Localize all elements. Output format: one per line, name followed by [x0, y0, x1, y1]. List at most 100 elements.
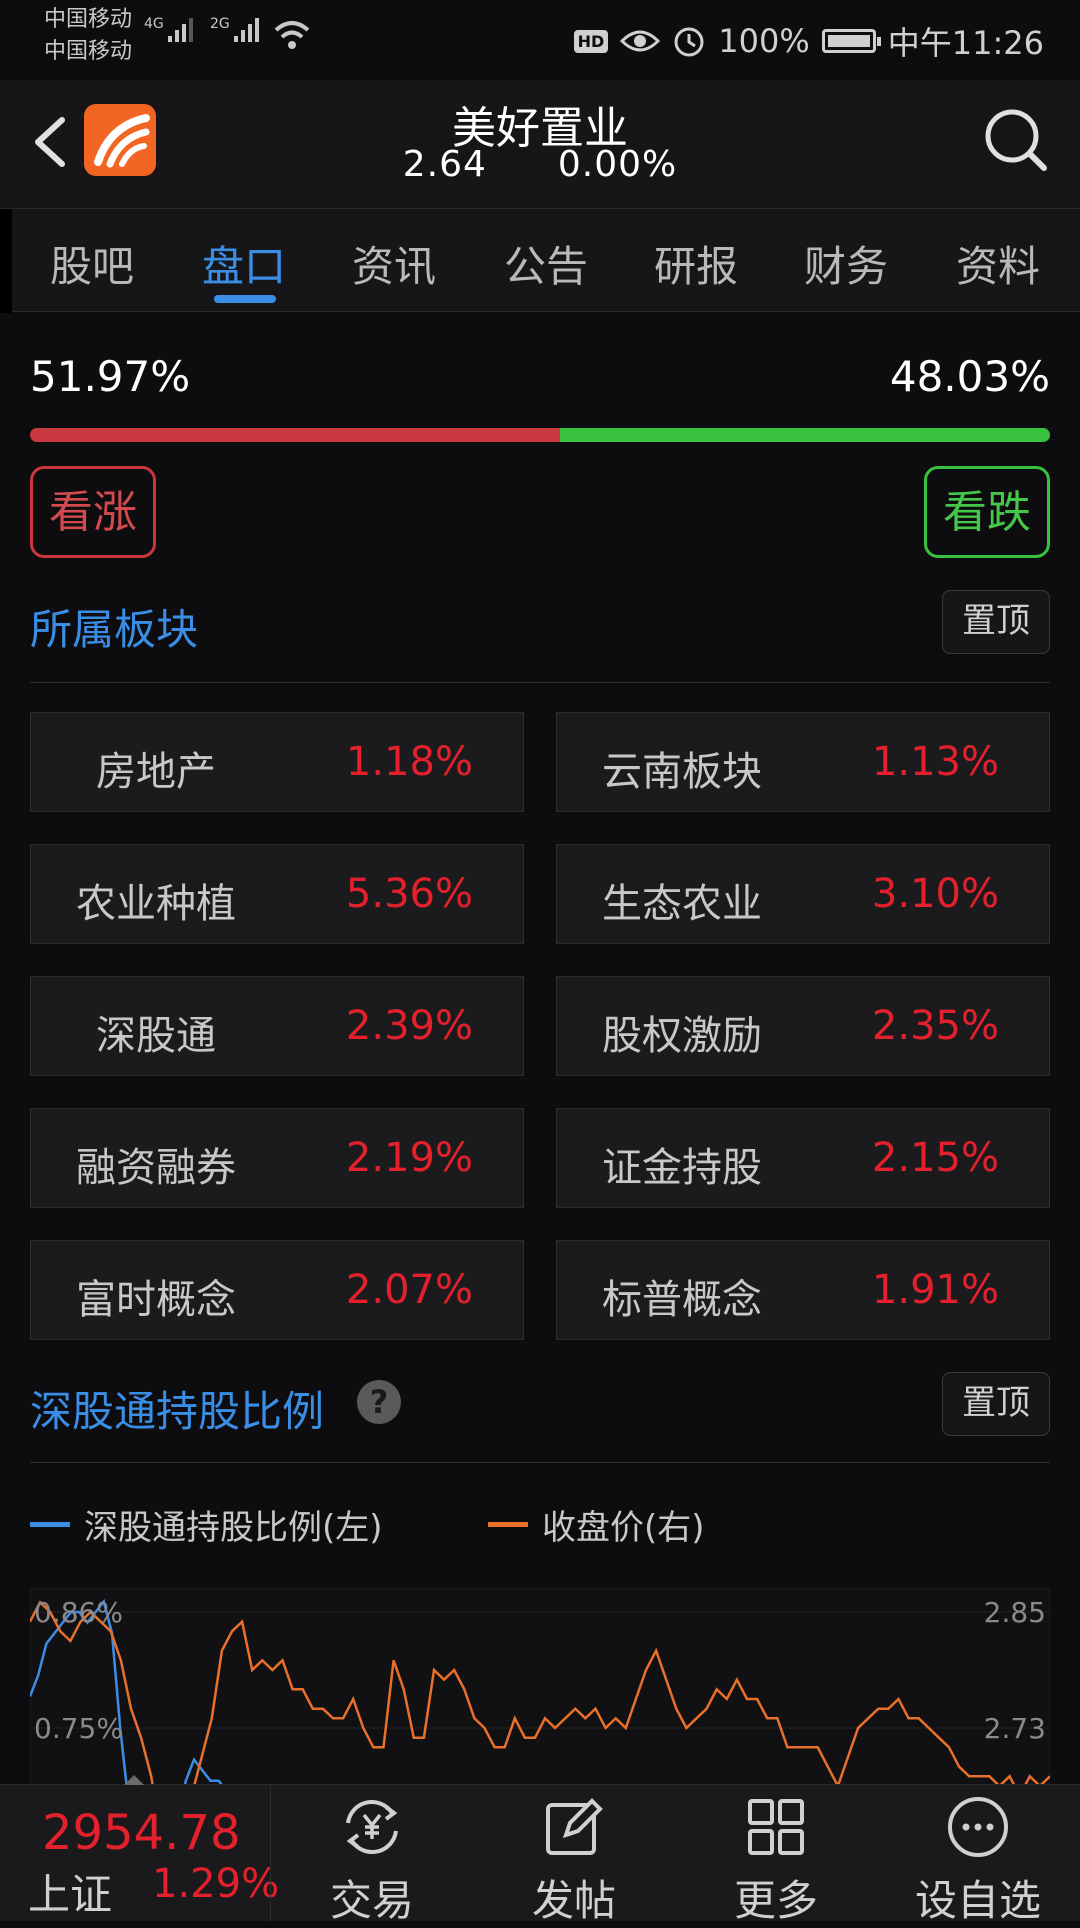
- network-type-1: 4G: [144, 16, 164, 32]
- vote-bullish-button[interactable]: 看涨: [30, 466, 156, 558]
- sector-card[interactable]: 股权激励 2.35%: [556, 976, 1050, 1076]
- stock-price: 2.64: [402, 144, 487, 185]
- carrier-2: 中国移动: [44, 39, 133, 64]
- bullish-percent: 51.97%: [30, 352, 191, 401]
- holding-divider: [30, 1462, 1050, 1463]
- help-icon[interactable]: ?: [357, 1380, 401, 1424]
- stock-price-line: 2.64 0.00%: [0, 144, 1080, 185]
- sector-change: 2.39%: [345, 1003, 473, 1049]
- sector-change: 2.35%: [871, 1003, 999, 1049]
- sector-card[interactable]: 标普概念 1.91%: [556, 1240, 1050, 1340]
- sector-change: 1.13%: [871, 739, 999, 785]
- index-change[interactable]: 1.29%: [152, 1861, 279, 1907]
- tab-news[interactable]: 资讯: [334, 233, 454, 294]
- sector-card[interactable]: 农业种植 5.36%: [30, 844, 524, 944]
- sector-change: 5.36%: [345, 871, 473, 917]
- sector-name: 标普概念: [602, 1277, 762, 1323]
- index-value[interactable]: 2954.78: [42, 1805, 241, 1861]
- legend-holding: 深股通持股比例(左): [30, 1500, 383, 1549]
- tab-finance[interactable]: 财务: [786, 233, 906, 294]
- add-watchlist-button[interactable]: 设自选: [878, 1785, 1078, 1925]
- post-label: 发帖: [531, 1876, 616, 1925]
- trade-button[interactable]: 交易: [272, 1785, 472, 1925]
- more-button[interactable]: 更多: [676, 1785, 876, 1925]
- sector-name: 房地产: [96, 749, 216, 795]
- battery-icon: [821, 29, 881, 53]
- bearish-percent: 48.03%: [889, 352, 1050, 401]
- sector-card[interactable]: 证金持股 2.15%: [556, 1108, 1050, 1208]
- wifi-icon: [274, 21, 310, 49]
- carrier-1: 中国移动: [44, 7, 133, 32]
- sector-change: 2.07%: [345, 1267, 473, 1313]
- tab-pankou[interactable]: 盘口: [184, 233, 304, 294]
- legend-label: 深股通持股比例(左): [84, 1508, 383, 1548]
- alarm-icon: [674, 27, 704, 57]
- grid-icon: [748, 1799, 804, 1855]
- compose-icon: [546, 1798, 603, 1855]
- network-type-2: 2G: [210, 16, 230, 32]
- signal-bars-icon: [167, 16, 193, 42]
- y-left-tick: 0.86%: [34, 1596, 123, 1629]
- sector-change: 3.10%: [871, 871, 999, 917]
- index-caret-icon[interactable]: [124, 1775, 144, 1785]
- sector-card[interactable]: 深股通 2.39%: [30, 976, 524, 1076]
- sector-card[interactable]: 房地产 1.18%: [30, 712, 524, 812]
- post-button[interactable]: 发帖: [474, 1785, 674, 1925]
- sector-name: 股权激励: [602, 1013, 762, 1059]
- bottom-bar: 2954.78 上证 1.29% 交易 发帖 更多 设自选: [0, 1775, 1080, 1925]
- search-icon[interactable]: [980, 102, 1050, 178]
- holding-title: 深股通持股比例: [30, 1387, 325, 1436]
- index-separator: [270, 1785, 271, 1921]
- sector-change: 1.91%: [871, 1267, 999, 1313]
- add-watchlist-label: 设自选: [914, 1876, 1041, 1925]
- stock-header: 美好置业 2.64 0.00%: [0, 80, 1080, 208]
- active-tab-indicator: [214, 295, 276, 303]
- legend-swatch-orange: [488, 1522, 528, 1527]
- vote-bearish-button[interactable]: 看跌: [924, 466, 1050, 558]
- yen-cycle-icon: [346, 1799, 398, 1855]
- signal-1: 4G: [144, 16, 193, 42]
- tab-announcements[interactable]: 公告: [486, 233, 606, 294]
- status-bar: 中国移动 中国移动 4G 2G HD 100% 中午11:26: [0, 0, 1080, 80]
- trade-label: 交易: [329, 1876, 414, 1925]
- holding-pin-button[interactable]: 置顶: [942, 1372, 1050, 1436]
- tab-profile[interactable]: 资料: [938, 233, 1058, 294]
- sector-change: 2.19%: [345, 1135, 473, 1181]
- sector-card[interactable]: 融资融券 2.19%: [30, 1108, 524, 1208]
- sector-name: 证金持股: [602, 1145, 762, 1191]
- sector-name: 深股通: [96, 1013, 216, 1059]
- legend-label: 收盘价(右): [542, 1508, 705, 1548]
- sector-name: 富时概念: [76, 1277, 236, 1323]
- sectors-title: 所属板块: [30, 605, 199, 654]
- sentiment-bar: [30, 428, 1050, 442]
- tab-guba[interactable]: 股吧: [32, 233, 152, 294]
- sector-name: 农业种植: [76, 881, 236, 927]
- sector-change: 1.18%: [345, 739, 473, 785]
- index-name[interactable]: 上证: [28, 1861, 112, 1922]
- status-right: HD 100% 中午11:26: [573, 18, 1044, 64]
- y-right-tick: 2.85: [984, 1596, 1046, 1629]
- tab-bar-edge: [0, 209, 12, 313]
- more-label: 更多: [733, 1876, 818, 1925]
- sector-card[interactable]: 云南板块 1.13%: [556, 712, 1050, 812]
- y-right-tick: 2.73: [984, 1712, 1046, 1745]
- sector-name: 生态农业: [602, 881, 762, 927]
- holding-chart: 0.86% 0.75% 2.85 2.73: [30, 1588, 1050, 1788]
- signal-bars-icon: [233, 16, 259, 42]
- sectors-pin-button[interactable]: 置顶: [942, 590, 1050, 654]
- chart-frame: [30, 1588, 1050, 1788]
- signal-2: 2G: [210, 16, 259, 42]
- sentiment-bar-bullish: [30, 428, 561, 442]
- eye-icon: [620, 30, 661, 52]
- sector-card[interactable]: 富时概念 2.07%: [30, 1240, 524, 1340]
- tab-research[interactable]: 研报: [636, 233, 756, 294]
- sector-card[interactable]: 生态农业 3.10%: [556, 844, 1050, 944]
- sector-name: 云南板块: [602, 749, 762, 795]
- sector-name: 融资融券: [76, 1145, 236, 1191]
- battery-percent: 100%: [718, 22, 810, 60]
- y-left-tick: 0.75%: [34, 1712, 123, 1745]
- stock-change: 0.00%: [557, 144, 678, 185]
- more-dots-icon: [948, 1797, 1008, 1857]
- legend-price: 收盘价(右): [488, 1500, 705, 1549]
- clock: 中午11:26: [887, 24, 1044, 62]
